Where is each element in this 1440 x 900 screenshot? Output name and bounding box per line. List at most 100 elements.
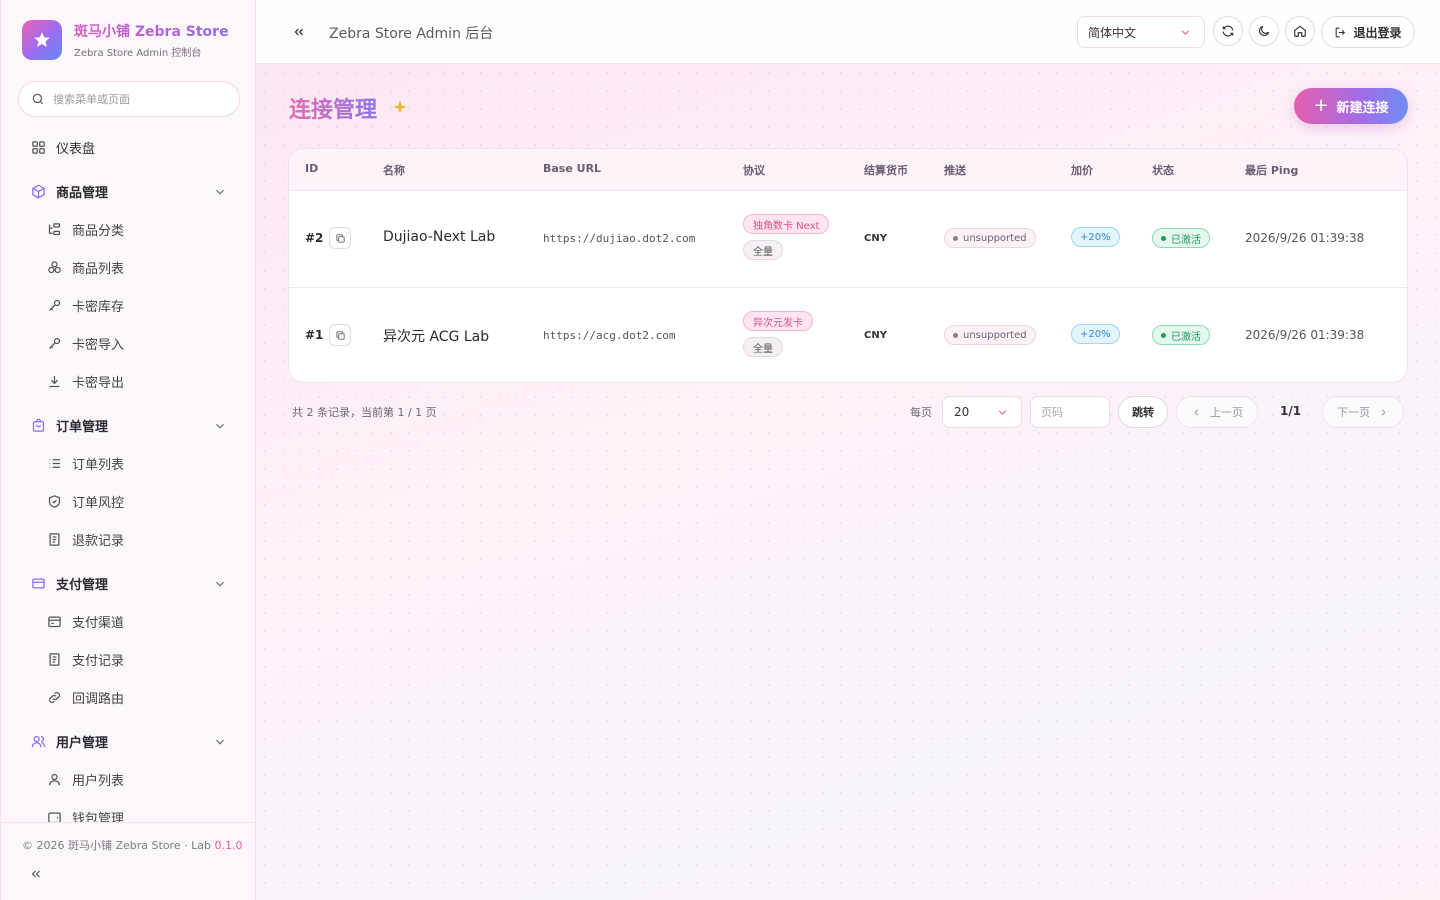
push-text: unsupported — [963, 232, 1027, 244]
key-icon — [48, 337, 60, 349]
sidebar-item-category[interactable]: 商品分类 — [45, 219, 124, 239]
sidebar-item-label: 回调路由 — [72, 691, 125, 707]
chevron-down-icon — [998, 410, 1007, 415]
row-name: 异次元 ACG Lab — [383, 329, 490, 345]
push-badge: unsupported — [944, 325, 1036, 345]
sidebar-item-card-import[interactable]: 卡密导入 — [45, 333, 124, 353]
collapse-icon[interactable] — [292, 25, 306, 39]
column-header[interactable]: 加价 — [1071, 162, 1093, 178]
column-header[interactable]: 名称 — [383, 162, 405, 178]
sidebar-search-input[interactable] — [53, 92, 223, 106]
new-connection-button[interactable]: + 新建连接 — [1294, 88, 1408, 124]
sidebar-item-dashboard[interactable]: 仪表盘 — [29, 137, 95, 157]
brand-logo — [22, 20, 62, 60]
home-button[interactable] — [1285, 16, 1315, 46]
current-page: 1/1 — [1280, 404, 1302, 418]
users-icon — [31, 735, 45, 747]
sidebar-item-wallets[interactable]: 钱包管理 — [45, 807, 124, 822]
sidebar-item-card-stock[interactable]: 卡密库存 — [45, 295, 124, 315]
push-badge: unsupported — [944, 228, 1036, 248]
sidebar-item-label: 支付渠道 — [72, 615, 125, 631]
collapse-sidebar-icon[interactable] — [29, 867, 43, 881]
copy-id-button[interactable] — [329, 324, 351, 346]
sidebar-item-label: 订单列表 — [72, 457, 125, 473]
brand-subtitle: Zebra Store Admin 控制台 — [74, 48, 202, 59]
document-icon — [49, 652, 59, 666]
next-page-button[interactable]: 下一页 — [1322, 396, 1404, 428]
page-size-select[interactable]: 20 — [942, 396, 1022, 428]
markup-badge: +20% — [1071, 324, 1120, 344]
table-row[interactable]: #2 Dujiao-Next Lab https://dujiao.dot2.c… — [289, 191, 1407, 288]
language-select[interactable]: 简体中文 — [1077, 16, 1205, 48]
per-page-label: 每页 — [910, 406, 932, 419]
bag-icon — [32, 418, 44, 432]
sidebar-group-orders[interactable]: 订单管理 — [29, 415, 108, 435]
sidebar-footer: © 2026 斑马小铺 Zebra Store · Lab 0.1.0 — [1, 822, 256, 900]
page-number-input[interactable] — [1030, 396, 1110, 428]
chevron-down-icon — [1181, 30, 1190, 35]
sidebar-item-pay-records[interactable]: 支付记录 — [45, 649, 124, 669]
column-header[interactable]: 推送 — [944, 162, 966, 178]
column-header[interactable]: Base URL — [543, 162, 601, 175]
search-icon — [32, 93, 44, 105]
sidebar-item-label: 卡密导出 — [72, 375, 125, 391]
row-last-ping: 2026/9/26 01:39:38 — [1245, 231, 1365, 245]
sidebar-item-product-list[interactable]: 商品列表 — [45, 257, 124, 277]
sidebar-item-card-export[interactable]: 卡密导出 — [45, 371, 124, 391]
logout-button[interactable]: 退出登录 — [1321, 16, 1415, 48]
prev-page-button[interactable]: 上一页 — [1176, 396, 1258, 428]
sidebar-item-refunds[interactable]: 退款记录 — [45, 529, 124, 549]
refresh-icon — [1222, 25, 1234, 37]
status-badge: 已激活 — [1152, 228, 1210, 248]
sidebar-item-user-list[interactable]: 用户列表 — [45, 769, 124, 789]
row-base-url: https://acg.dot2.com — [543, 329, 676, 342]
sidebar-item-order-list[interactable]: 订单列表 — [45, 453, 124, 473]
copy-id-button[interactable] — [329, 227, 351, 249]
sidebar: 斑马小铺 Zebra Store Zebra Store Admin 控制台 仪… — [0, 0, 256, 900]
main-content: 连接管理 + 新建连接 ID 名称 Base URL 协议 结算货币 推送 加价… — [256, 64, 1440, 900]
brand-title: 斑马小铺 Zebra Store — [74, 21, 234, 41]
moon-icon — [1259, 25, 1270, 36]
star-icon — [34, 32, 50, 47]
sidebar-item-pay-channels[interactable]: 支付渠道 — [45, 611, 124, 631]
logout-icon — [1336, 27, 1346, 37]
table-row[interactable]: #1 异次元 ACG Lab https://acg.dot2.com 异次元发… — [289, 288, 1407, 382]
logout-label: 退出登录 — [1353, 25, 1402, 40]
theme-toggle-button[interactable] — [1249, 16, 1279, 46]
brand[interactable]: 斑马小铺 Zebra Store Zebra Store Admin 控制台 — [22, 20, 234, 60]
sidebar-group-label: 支付管理 — [56, 577, 109, 593]
column-header[interactable]: 协议 — [743, 162, 765, 178]
sidebar-item-label: 用户列表 — [72, 773, 125, 789]
chevron-down-icon[interactable] — [213, 419, 227, 433]
chevron-down-icon[interactable] — [213, 185, 227, 199]
row-last-ping: 2026/9/26 01:39:38 — [1245, 328, 1365, 342]
chevron-down-icon[interactable] — [213, 577, 227, 591]
column-header[interactable]: 最后 Ping — [1245, 162, 1298, 178]
protocol-badge: 异次元发卡 — [743, 311, 813, 331]
sidebar-group-users[interactable]: 用户管理 — [29, 731, 108, 751]
sidebar-group-payments[interactable]: 支付管理 — [29, 573, 108, 593]
home-icon — [1294, 25, 1306, 37]
chevron-down-icon[interactable] — [213, 735, 227, 749]
sidebar-item-order-risk[interactable]: 订单风控 — [45, 491, 124, 511]
list-icon — [49, 458, 60, 468]
sidebar-search[interactable] — [18, 81, 240, 117]
column-header[interactable]: 结算货币 — [864, 162, 908, 178]
sidebar-group-products[interactable]: 商品管理 — [29, 181, 108, 201]
row-id: #1 — [305, 328, 324, 342]
page-size-value: 20 — [954, 405, 970, 419]
sidebar-item-label: 支付记录 — [72, 653, 125, 669]
tree-icon — [48, 222, 60, 235]
sidebar-item-callback-routes[interactable]: 回调路由 — [45, 687, 124, 707]
plus-icon: + — [1313, 95, 1329, 116]
refresh-button[interactable] — [1213, 16, 1243, 46]
pagination-summary: 共 2 条记录，当前第 1 / 1 页 — [292, 406, 437, 419]
markup-badge: +20% — [1071, 227, 1120, 247]
next-page-label: 下一页 — [1337, 406, 1370, 419]
column-header[interactable]: ID — [305, 162, 318, 175]
status-text: 已激活 — [1171, 234, 1201, 246]
grid-icon — [31, 140, 45, 154]
jump-button[interactable]: 跳转 — [1118, 396, 1168, 428]
page-title: 连接管理 — [289, 92, 377, 124]
column-header[interactable]: 状态 — [1152, 162, 1174, 178]
